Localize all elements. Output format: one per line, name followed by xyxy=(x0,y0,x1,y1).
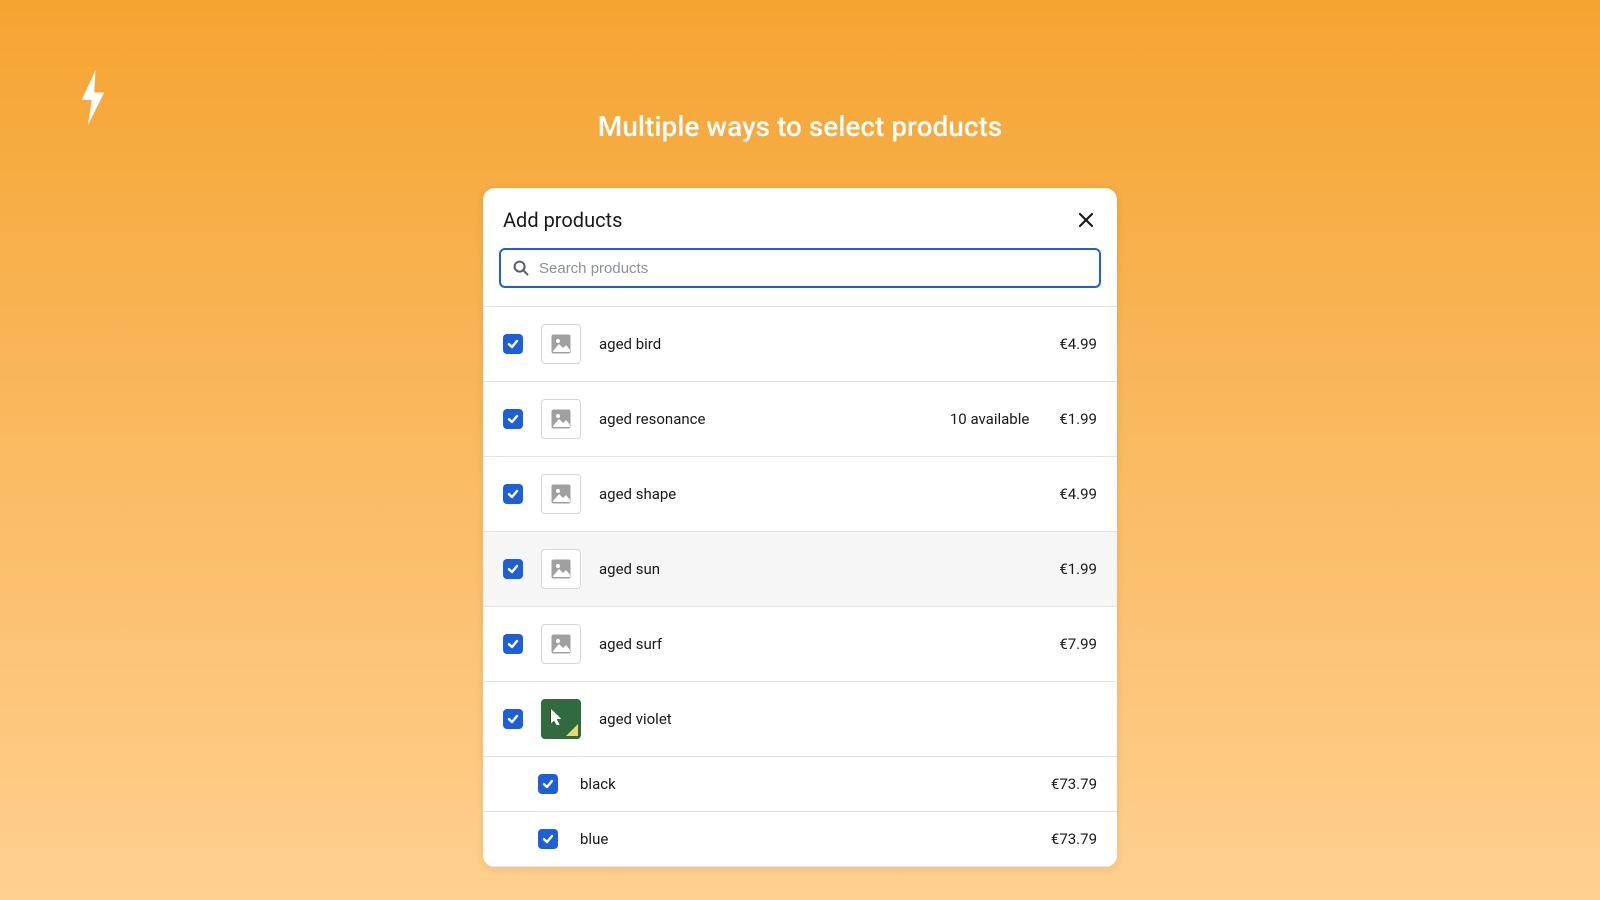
product-row[interactable]: aged resonance 10 available €1.99 xyxy=(483,382,1117,457)
variant-price: €73.79 xyxy=(1051,830,1097,848)
variant-name: black xyxy=(580,775,616,793)
product-checkbox[interactable] xyxy=(503,409,523,429)
product-price: €4.99 xyxy=(1059,485,1097,503)
product-thumb xyxy=(541,324,581,364)
product-name: aged sun xyxy=(599,560,660,578)
product-thumb xyxy=(541,549,581,589)
product-checkbox[interactable] xyxy=(503,634,523,654)
page-headline: Multiple ways to select products xyxy=(0,110,1600,143)
variant-name: blue xyxy=(580,830,608,848)
product-thumb xyxy=(541,399,581,439)
check-icon xyxy=(541,832,555,846)
product-availability: 10 available xyxy=(950,410,1029,428)
product-name: aged bird xyxy=(599,335,661,353)
product-thumb xyxy=(541,474,581,514)
search-input[interactable] xyxy=(539,260,1087,277)
check-icon xyxy=(506,562,520,576)
product-price: €1.99 xyxy=(1059,410,1097,428)
product-price: €1.99 xyxy=(1059,560,1097,578)
variant-checkbox[interactable] xyxy=(538,774,558,794)
product-name: aged shape xyxy=(599,485,676,503)
variant-checkbox[interactable] xyxy=(538,829,558,849)
search-wrap xyxy=(483,248,1117,307)
image-placeholder-icon xyxy=(550,333,572,355)
modal-title: Add products xyxy=(503,208,622,232)
product-row[interactable]: aged sun €1.99 xyxy=(483,532,1117,607)
close-button[interactable] xyxy=(1075,209,1097,231)
product-price: €7.99 xyxy=(1059,635,1097,653)
product-checkbox[interactable] xyxy=(503,709,523,729)
variant-price: €73.79 xyxy=(1051,775,1097,793)
product-thumb xyxy=(541,699,581,739)
modal-header: Add products xyxy=(483,188,1117,248)
search-field[interactable] xyxy=(499,248,1101,288)
search-icon xyxy=(513,260,529,276)
image-placeholder-icon xyxy=(550,408,572,430)
product-list: aged bird €4.99 aged resonance 10 available… xyxy=(483,307,1117,867)
product-row[interactable]: aged shape €4.99 xyxy=(483,457,1117,532)
product-checkbox[interactable] xyxy=(503,559,523,579)
product-name: aged surf xyxy=(599,635,662,653)
product-thumb xyxy=(541,624,581,664)
product-name: aged resonance xyxy=(599,410,705,428)
check-icon xyxy=(506,637,520,651)
product-checkbox[interactable] xyxy=(503,334,523,354)
add-products-modal: Add products aged bird €4.99 aged resonanc… xyxy=(483,188,1117,867)
product-row[interactable]: aged violet xyxy=(483,682,1117,757)
check-icon xyxy=(541,777,555,791)
product-name: aged violet xyxy=(599,710,672,728)
variant-row[interactable]: blue €73.79 xyxy=(483,812,1117,867)
product-row[interactable]: aged bird €4.99 xyxy=(483,307,1117,382)
image-placeholder-icon xyxy=(550,633,572,655)
check-icon xyxy=(506,487,520,501)
close-icon xyxy=(1077,211,1095,229)
product-checkbox[interactable] xyxy=(503,484,523,504)
image-placeholder-icon xyxy=(550,483,572,505)
image-placeholder-icon xyxy=(550,558,572,580)
product-price: €4.99 xyxy=(1059,335,1097,353)
check-icon xyxy=(506,412,520,426)
check-icon xyxy=(506,712,520,726)
product-row[interactable]: aged surf €7.99 xyxy=(483,607,1117,682)
variant-row[interactable]: black €73.79 xyxy=(483,757,1117,812)
check-icon xyxy=(506,337,520,351)
